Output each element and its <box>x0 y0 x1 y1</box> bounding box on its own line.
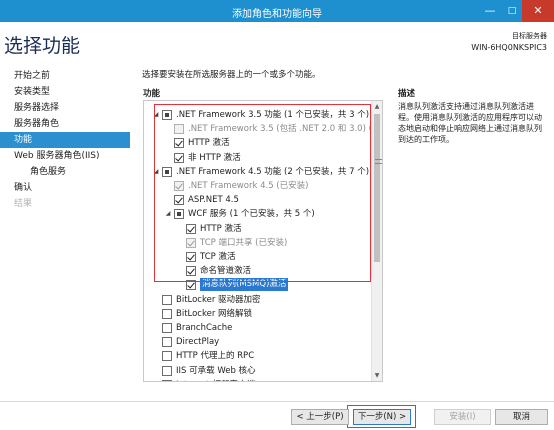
feature-label: TCP 激活 <box>200 252 236 262</box>
feature-checkbox[interactable] <box>186 266 196 277</box>
feature-checkbox[interactable] <box>186 252 196 262</box>
window-titlebar: 添加角色和功能向导 — □ ✕ <box>0 0 554 22</box>
feature-checkbox[interactable] <box>174 195 184 206</box>
feature-checkbox[interactable] <box>186 223 196 234</box>
feature-checkbox[interactable] <box>162 166 172 177</box>
intro-text: 选择要安装在所选服务器上的一个或多个功能。 <box>142 70 321 80</box>
feature-checkbox[interactable] <box>162 308 172 319</box>
nav-item[interactable]: 服务器角色 <box>0 116 130 132</box>
expand-arrow-icon[interactable]: ◢ <box>151 108 161 122</box>
feature-label: BranchCache <box>176 323 233 333</box>
description-text: 消息队列激活支持通过消息队列激活进程。使用消息队列激活的应用程序可以动态地启动和… <box>398 102 542 144</box>
feature-label: IIS 可承载 Web 核心 <box>176 365 256 376</box>
features-tree[interactable]: ◢ .NET Framework 3.5 功能 (1 个已安装，共 3 个) .NE… <box>143 100 383 382</box>
feature-checkbox[interactable] <box>174 138 184 149</box>
window-title: 添加角色和功能向导 <box>232 9 322 20</box>
feature-checkbox[interactable] <box>162 351 172 362</box>
close-button[interactable]: ✕ <box>522 0 554 22</box>
target-server-label: 目标服务器 <box>512 32 547 40</box>
features-heading: 功能 <box>143 89 161 99</box>
nav-item[interactable]: 确认 <box>0 180 130 196</box>
feature-label: .NET Framework 4.5 (已安装) <box>188 181 309 191</box>
feature-label: .NET Framework 4.5 功能 (2 个已安装，共 7 个) <box>176 166 370 177</box>
previous-button[interactable]: < 上一步(P) <box>291 409 349 425</box>
feature-checkbox[interactable] <box>174 152 184 163</box>
feature-checkbox[interactable] <box>162 323 172 333</box>
nav-item[interactable]: 功能 <box>0 132 130 148</box>
feature-label: HTTP 代理上的 RPC <box>176 351 255 362</box>
nav-item[interactable]: 安装类型 <box>0 84 130 100</box>
feature-checkbox[interactable] <box>162 110 172 120</box>
scroll-grip-icon <box>375 159 382 164</box>
scroll-up-icon[interactable]: ▲ <box>372 101 382 112</box>
feature-checkbox[interactable] <box>186 280 196 291</box>
nav-item[interactable]: 角色服务 <box>0 164 130 180</box>
feature-label: TCP 端口共享 (已安装) <box>200 237 288 248</box>
feature-label: HTTP 激活 <box>200 223 242 234</box>
feature-label: 非 HTTP 激活 <box>188 152 241 163</box>
expand-arrow-icon[interactable]: ◢ <box>151 165 161 179</box>
feature-label: .NET Framework 3.5 功能 (1 个已安装，共 3 个) <box>176 110 370 120</box>
expand-arrow-icon[interactable]: ◢ <box>163 207 173 221</box>
scroll-down-icon[interactable]: ▼ <box>372 370 382 381</box>
vertical-scrollbar[interactable]: ▲ ▼ <box>371 101 382 381</box>
feature-checkbox[interactable] <box>162 337 172 348</box>
feature-checkbox[interactable] <box>162 294 172 305</box>
feature-checkbox[interactable] <box>174 209 184 220</box>
next-button[interactable]: 下一步(N) > <box>353 409 411 425</box>
feature-label: BitLocker 驱动器加密 <box>176 294 261 305</box>
install-button[interactable]: 安装(I) <box>434 409 491 425</box>
feature-label: WCF 服务 (1 个已安装，共 5 个) <box>188 209 315 220</box>
feature-checkbox[interactable] <box>162 379 172 381</box>
scroll-thumb[interactable] <box>374 114 382 262</box>
nav-item: 结果 <box>14 199 33 209</box>
description-heading: 描述 <box>398 89 416 99</box>
nav-item[interactable]: 服务器选择 <box>0 100 130 116</box>
feature-checkbox <box>174 181 184 191</box>
feature-label: ASP.NET 4.5 <box>188 195 239 206</box>
feature-checkbox <box>174 124 184 135</box>
footer-divider <box>0 401 554 402</box>
feature-label: DirectPlay <box>176 337 220 348</box>
cancel-button[interactable]: 取消 <box>495 409 548 425</box>
feature-label: Internet 打印客户端 <box>176 378 255 381</box>
feature-label: HTTP 激活 <box>188 138 230 149</box>
feature-label: BitLocker 网络解锁 <box>176 308 253 319</box>
feature-label: 命名管道激活 <box>200 266 252 277</box>
nav-item[interactable]: Web 服务器角色(IIS) <box>0 148 130 164</box>
wizard-nav: 开始之前 安装类型 服务器选择 服务器角色 功能 Web 服务器角色(IIS) 角色服务 确认… <box>0 68 130 212</box>
page-title: 选择功能 <box>4 35 81 57</box>
nav-item[interactable]: 开始之前 <box>0 68 130 84</box>
feature-label: 消息队列(MSMQ)激活 <box>200 278 289 292</box>
target-server-name: WIN-6HQ0NKSPIC3 <box>471 43 547 52</box>
feature-checkbox <box>186 237 196 248</box>
target-server-info: 目标服务器 WIN-6HQ0NKSPIC3 <box>471 31 547 52</box>
feature-label: .NET Framework 3.5 (包括 .NET 2.0 和 3.0) (… <box>188 124 383 135</box>
feature-checkbox[interactable] <box>162 365 172 376</box>
